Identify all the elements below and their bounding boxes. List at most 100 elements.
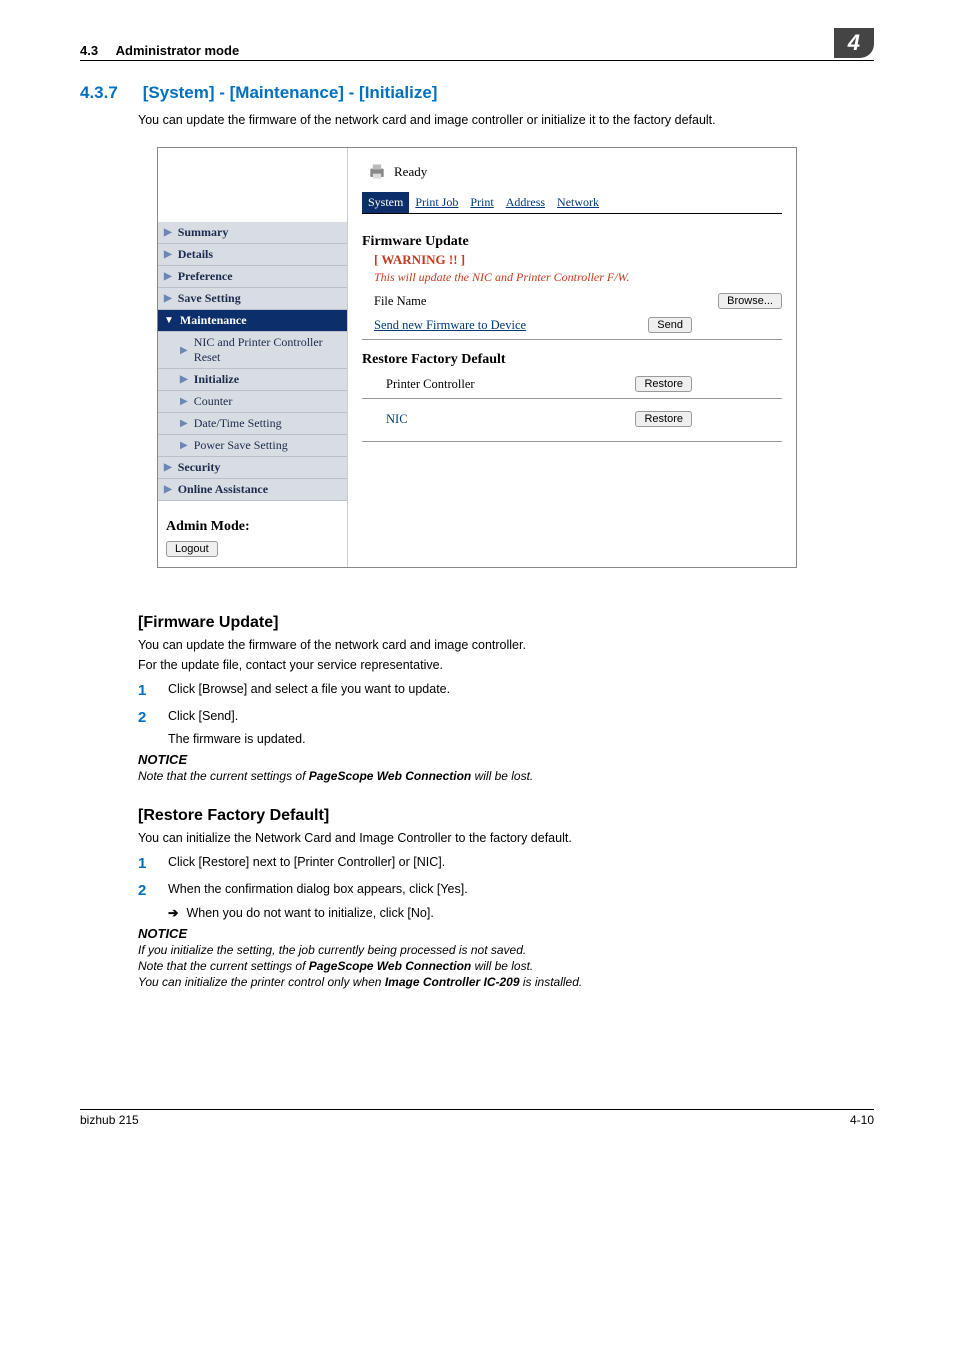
send-row: Send new Firmware to Device Send (374, 317, 782, 333)
sidebar-item-details[interactable]: ▶ Details (158, 244, 347, 266)
warning-label: [ WARNING !! ] (374, 252, 782, 268)
rf-step2: 2 When the confirmation dialog box appea… (138, 882, 874, 899)
firmware-update-heading: Firmware Update (362, 234, 782, 250)
chevron-right-icon: ▶ (164, 249, 172, 260)
sidebar-item-counter[interactable]: ▶ Counter (158, 391, 347, 413)
arrow-right-icon: ➔ (168, 905, 178, 920)
sidebar-label: Date/Time Setting (194, 416, 282, 431)
chapter-badge: 4 (834, 28, 874, 58)
sidebar-item-nic-reset[interactable]: ▶ NIC and Printer Controller Reset (158, 332, 347, 369)
status-text: Ready (394, 164, 427, 180)
sidebar-item-maintenance[interactable]: ▼Maintenance (158, 310, 347, 332)
send-button[interactable]: Send (648, 317, 692, 333)
filename-label: File Name (374, 294, 426, 309)
warning-description: This will update the NIC and Printer Con… (374, 270, 782, 285)
restore-printer-button[interactable]: Restore (635, 376, 692, 392)
notice-bold: PageScope Web Connection (309, 959, 471, 973)
step-text: When the confirmation dialog box appears… (168, 882, 468, 896)
page-footer: bizhub 215 4-10 (80, 1109, 874, 1127)
sidebar-item-powersave[interactable]: ▶Power Save Setting (158, 435, 347, 457)
footer-left: bizhub 215 (80, 1113, 139, 1127)
sidebar-label: Initialize (194, 372, 239, 387)
sidebar-label: Security (178, 460, 221, 475)
chevron-right-icon: ▶ (164, 484, 172, 495)
sidebar-label: Summary (178, 225, 229, 240)
notice-text: Note that the current settings of (138, 769, 309, 783)
notice-text: is installed. (520, 975, 583, 989)
filename-row: File Name Browse... (374, 293, 782, 309)
sidebar-column (158, 148, 348, 222)
divider (362, 398, 782, 399)
chevron-right-icon: ▶ (180, 396, 188, 407)
nic-row: NIC Restore (374, 411, 782, 427)
section-number: 4.3.7 (80, 83, 138, 103)
sidebar-label: Maintenance (180, 313, 247, 328)
restore-default-heading: Restore Factory Default (362, 352, 782, 368)
chevron-right-icon: ▶ (180, 440, 188, 451)
rf-notice1: If you initialize the setting, the job c… (138, 943, 874, 957)
fw-notice-label: NOTICE (138, 752, 874, 767)
chevron-right-icon: ▶ (180, 345, 188, 356)
admin-mode-block: Admin Mode: Logout (158, 501, 347, 567)
rf-notice3: You can initialize the printer control o… (138, 975, 874, 989)
step-text: Click [Send]. (168, 709, 238, 723)
substep-text: When you do not want to initialize, clic… (186, 906, 433, 920)
section-title: 4.3.7 [System] - [Maintenance] - [Initia… (80, 83, 874, 103)
fw-step1: 1 Click [Browse] and select a file you w… (138, 682, 874, 699)
sidebar-item-datetime[interactable]: ▶ Date/Time Setting (158, 413, 347, 435)
printer-controller-row: Printer Controller Restore (374, 376, 782, 392)
browse-button[interactable]: Browse... (718, 293, 782, 309)
chevron-right-icon: ▶ (180, 374, 188, 385)
sidebar-label: Counter (194, 394, 233, 409)
tab-network[interactable]: Network (551, 192, 605, 213)
sidebar-label: Preference (178, 269, 233, 284)
fw-p2: For the update file, contact your servic… (138, 658, 874, 672)
sidebar-label: Online Assistance (178, 482, 268, 497)
chevron-right-icon: ▶ (164, 227, 172, 238)
restore-default-subheading: [Restore Factory Default] (138, 807, 874, 825)
notice-text: will be lost. (471, 769, 533, 783)
header-section-ref: 4.3 Administrator mode (80, 43, 239, 58)
tab-print[interactable]: Print (464, 192, 499, 213)
admin-mode-label: Admin Mode: (166, 519, 339, 535)
sidebar-label: NIC and Printer Controller Reset (194, 335, 341, 365)
sidebar-item-online-assist[interactable]: ▶ Online Assistance (158, 479, 347, 501)
firmware-update-subheading: [Firmware Update] (138, 614, 874, 632)
header-label: Administrator mode (116, 43, 240, 58)
sidebar-label: Details (178, 247, 213, 262)
fw-p1: You can update the firmware of the netwo… (138, 638, 874, 652)
notice-bold: PageScope Web Connection (309, 769, 471, 783)
header-num: 4.3 (80, 43, 98, 58)
tab-system[interactable]: System (362, 192, 409, 213)
chevron-right-icon: ▶ (164, 462, 172, 473)
rf-step1: 1 Click [Restore] next to [Printer Contr… (138, 855, 874, 872)
step-text: Click [Browse] and select a file you wan… (168, 682, 450, 696)
notice-text: will be lost. (471, 959, 533, 973)
screenshot-panel: Ready System Print Job Print Address Net… (157, 147, 797, 568)
notice-text: You can initialize the printer control o… (138, 975, 385, 989)
rf-substep: ➔ When you do not want to initialize, cli… (168, 905, 874, 920)
restore-nic-button[interactable]: Restore (635, 411, 692, 427)
status-bar: Ready (362, 156, 782, 188)
send-firmware-link[interactable]: Send new Firmware to Device (374, 318, 526, 333)
sidebar-item-security[interactable]: ▶ Security (158, 457, 347, 479)
footer-right: 4-10 (850, 1113, 874, 1127)
printer-controller-label: Printer Controller (386, 377, 475, 392)
tab-printjob[interactable]: Print Job (409, 192, 464, 213)
chevron-right-icon: ▶ (164, 271, 172, 282)
rf-p1: You can initialize the Network Card and … (138, 831, 874, 845)
step-number: 2 (138, 882, 168, 899)
sidebar-item-summary[interactable]: ▶ Summary (158, 222, 347, 244)
sidebar-item-preference[interactable]: ▶ Preference (158, 266, 347, 288)
nic-label: NIC (386, 412, 408, 427)
logout-button[interactable]: Logout (166, 541, 218, 557)
tab-address[interactable]: Address (500, 192, 551, 213)
chevron-right-icon: ▶ (180, 418, 188, 429)
fw-step2: 2 Click [Send]. (138, 709, 874, 726)
sidebar-item-save-setting[interactable]: ▶Save Setting (158, 288, 347, 310)
sidebar-item-initialize[interactable]: ▶ Initialize (158, 369, 347, 391)
notice-text: Note that the current settings of (138, 959, 309, 973)
sidebar-label: Save Setting (178, 291, 241, 306)
notice-bold: Image Controller IC-209 (385, 975, 520, 989)
section-heading: [System] - [Maintenance] - [Initialize] (143, 83, 438, 102)
